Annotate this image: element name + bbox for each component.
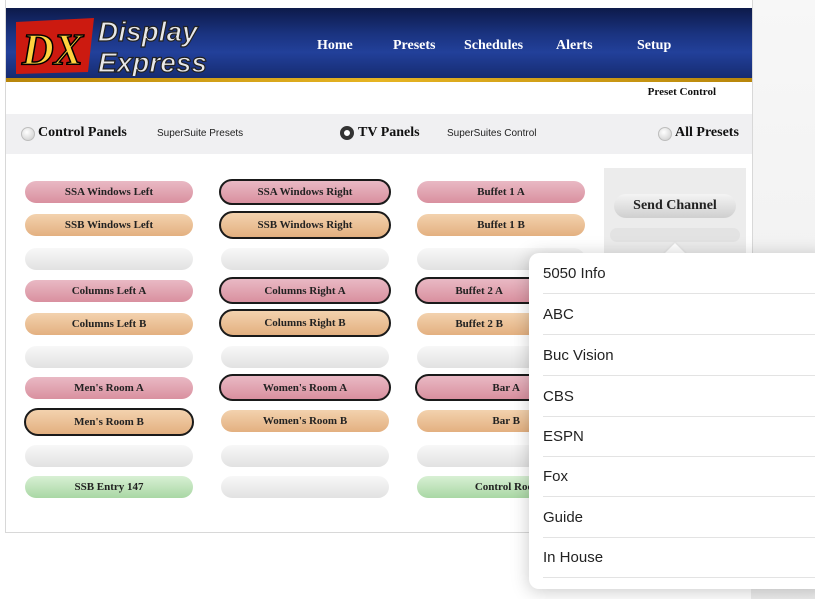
channel-option[interactable]: ESPN [543, 416, 815, 457]
nav-setup[interactable]: Setup [637, 38, 671, 54]
header-banner: DX Display Express Home Presets Schedule… [6, 8, 752, 82]
preset-button-empty[interactable] [25, 445, 193, 467]
channel-option[interactable]: In House [543, 537, 815, 578]
send-channel-button[interactable]: Send Channel [614, 194, 736, 218]
mode-supersuite-presets[interactable]: SuperSuite Presets [157, 128, 243, 139]
preset-button-empty[interactable] [221, 346, 389, 368]
mode-selector: Control Panels SuperSuite Presets TV Pan… [6, 114, 752, 154]
preset-button[interactable]: SSA Windows Left [25, 181, 193, 203]
channel-option[interactable]: Buc Vision [543, 335, 815, 376]
nav-schedules[interactable]: Schedules [464, 38, 523, 54]
nav-alerts[interactable]: Alerts [556, 38, 593, 54]
preset-button-selected[interactable]: SSA Windows Right [219, 179, 391, 205]
mode-all-presets-label[interactable]: All Presets [675, 125, 739, 141]
nav-home[interactable]: Home [317, 38, 353, 54]
preset-button-empty[interactable] [221, 476, 389, 498]
preset-button-selected[interactable]: Men's Room B [24, 408, 194, 436]
preset-button-selected[interactable]: Columns Right B [219, 309, 391, 337]
svg-text:Display: Display [98, 16, 199, 47]
radio-control-panels[interactable] [21, 127, 35, 141]
preset-button-empty[interactable] [25, 248, 193, 270]
radio-tv-panels[interactable] [340, 126, 354, 140]
preset-button[interactable]: Buffet 1 B [417, 214, 585, 236]
mode-supersuites-control[interactable]: SuperSuites Control [447, 128, 537, 139]
channel-option[interactable]: Fox [543, 456, 815, 497]
preset-button-empty[interactable] [221, 445, 389, 467]
preset-button[interactable]: Columns Left A [25, 280, 193, 302]
mode-control-panels-label[interactable]: Control Panels [38, 125, 127, 141]
preset-button-empty[interactable] [25, 346, 193, 368]
preset-button[interactable]: Columns Left B [25, 313, 193, 335]
preset-button[interactable]: SSB Entry 147 [25, 476, 193, 498]
radio-all-presets[interactable] [658, 127, 672, 141]
channel-option[interactable]: 5050 Info [543, 253, 815, 294]
channel-option[interactable]: Guide [543, 497, 815, 538]
display-express-logo: DX Display Express [16, 15, 208, 76]
svg-text:DX: DX [21, 25, 85, 74]
preset-button[interactable]: SSB Windows Left [25, 214, 193, 236]
channel-option[interactable]: CBS [543, 376, 815, 417]
channel-option[interactable]: ABC [543, 294, 815, 335]
mode-tv-panels-label[interactable]: TV Panels [358, 125, 420, 141]
preset-button[interactable]: Men's Room A [25, 377, 193, 399]
preset-button-selected[interactable]: SSB Windows Right [219, 211, 391, 239]
channel-field[interactable] [610, 228, 740, 242]
preset-button[interactable]: Buffet 1 A [417, 181, 585, 203]
preset-button-selected[interactable]: Women's Room A [219, 374, 391, 401]
preset-button-empty[interactable] [221, 248, 389, 270]
preset-button-selected[interactable]: Columns Right A [219, 277, 391, 304]
svg-text:Express: Express [98, 47, 207, 76]
nav-presets[interactable]: Presets [393, 38, 436, 54]
channel-picker-popover: 5050 Info ABC Buc Vision CBS ESPN Fox Gu… [529, 253, 815, 589]
preset-button[interactable]: Women's Room B [221, 410, 389, 432]
subheader: Preset Control [6, 82, 752, 114]
page-title: Preset Control [647, 86, 716, 98]
